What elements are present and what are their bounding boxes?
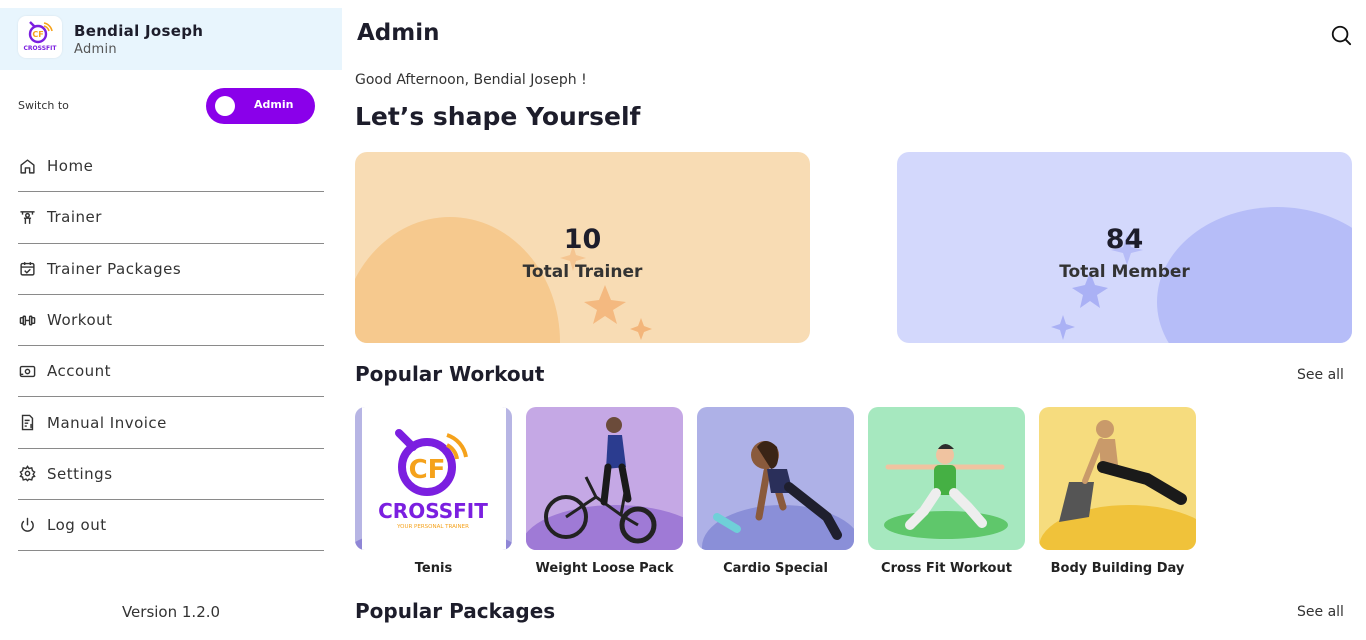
total-member-value: 84: [1105, 224, 1144, 255]
svg-text:CROSSFIT: CROSSFIT: [24, 45, 58, 52]
total-member-card[interactable]: 84 Total Member: [897, 152, 1352, 343]
sidebar-item-manual-invoice[interactable]: Manual Invoice: [18, 397, 324, 449]
popular-packages-see-all-link[interactable]: See all: [1297, 604, 1344, 620]
workout-card[interactable]: Cross Fit Workout: [868, 407, 1025, 576]
role-switch-value: Admin: [254, 98, 294, 111]
app-version: Version 1.2.0: [121, 603, 221, 621]
sidebar-item-label: Account: [47, 362, 112, 381]
crossfit-logo-icon: CF CROSSFIT: [24, 21, 58, 52]
workout-thumbnail: CF CROSSFIT YOUR PERSONAL TRAINER: [355, 407, 512, 550]
cycling-woman-image: [526, 417, 683, 550]
workout-card[interactable]: CF CROSSFIT YOUR PERSONAL TRAINER Tenis: [355, 407, 512, 576]
popular-workout-title: Popular Workout: [355, 362, 545, 386]
total-trainer-label: Total Trainer: [522, 262, 643, 282]
greeting-text: Good Afternoon, Bendial Joseph !: [355, 72, 587, 88]
trainer-icon: [18, 208, 36, 226]
popular-packages-title: Popular Packages: [355, 599, 556, 623]
main-content: Admin Good Afternoon, Bendial Joseph ! L…: [342, 0, 1366, 640]
search-icon: [1331, 25, 1352, 46]
svg-text:CROSSFIT: CROSSFIT: [378, 499, 488, 523]
profile-role: Admin: [74, 42, 117, 57]
app: CF CROSSFIT Bendial Joseph Admin Switch …: [0, 0, 1366, 640]
profile-name: Bendial Joseph: [74, 22, 204, 40]
workout-name: Cardio Special: [723, 561, 828, 576]
sidebar-item-label: Settings: [47, 464, 113, 483]
crossfit-logo-image: CF CROSSFIT YOUR PERSONAL TRAINER: [355, 407, 512, 550]
sidebar-nav: Home Trainer Trainer Packages Workout Ac…: [18, 141, 324, 552]
headline: Let’s shape Yourself: [355, 102, 641, 131]
svg-text:CF: CF: [32, 30, 43, 39]
workout-name: Body Building Day: [1050, 561, 1185, 576]
sidebar-item-label: Log out: [47, 516, 107, 535]
yoga-man-image: [884, 444, 1008, 539]
sidebar-item-log-out[interactable]: Log out: [18, 500, 324, 552]
popular-workout-see-all-link[interactable]: See all: [1297, 367, 1344, 383]
total-trainer-value: 10: [563, 224, 602, 255]
sidebar-item-settings[interactable]: Settings: [18, 449, 324, 501]
home-icon: [18, 157, 36, 175]
popular-workout-list: CF CROSSFIT YOUR PERSONAL TRAINER Tenis: [355, 407, 1215, 577]
total-member-label: Total Member: [1059, 262, 1190, 282]
invoice-icon: [18, 414, 36, 432]
calendar-check-icon: [18, 260, 36, 278]
toggle-knob: [215, 96, 235, 116]
workout-thumbnail: [697, 407, 854, 550]
sidebar-item-label: Trainer Packages: [47, 259, 182, 278]
page-title: Admin: [357, 20, 440, 46]
sidebar-item-account[interactable]: Account: [18, 346, 324, 398]
workout-thumbnail: [526, 407, 683, 550]
sidebar-item-label: Workout: [47, 311, 113, 330]
bodybuilder-image: [1039, 420, 1196, 550]
workout-card[interactable]: Body Building Day: [1039, 407, 1196, 576]
workout-name: Cross Fit Workout: [881, 561, 1012, 576]
role-switch-toggle[interactable]: Admin: [206, 88, 315, 124]
svg-text:YOUR PERSONAL TRAINER: YOUR PERSONAL TRAINER: [396, 524, 469, 530]
svg-text:CF: CF: [409, 455, 446, 485]
sidebar-item-home[interactable]: Home: [18, 141, 324, 193]
sidebar-item-workout[interactable]: Workout: [18, 295, 324, 347]
total-trainer-card[interactable]: 10 Total Trainer: [355, 152, 810, 343]
sidebar-item-label: Home: [47, 157, 94, 176]
workout-name: Weight Loose Pack: [535, 561, 674, 576]
avatar: CF CROSSFIT: [18, 16, 62, 58]
workout-name: Tenis: [414, 561, 453, 576]
switch-label: Switch to: [18, 99, 69, 112]
sidebar-item-trainer-packages[interactable]: Trainer Packages: [18, 244, 324, 295]
power-icon: [18, 516, 36, 534]
workout-card[interactable]: Weight Loose Pack: [526, 407, 683, 576]
search-button[interactable]: [1330, 24, 1352, 46]
gear-icon: [18, 465, 36, 483]
workout-card[interactable]: Cardio Special: [697, 407, 854, 576]
sidebar: CF CROSSFIT Bendial Joseph Admin Switch …: [0, 0, 342, 640]
workout-thumbnail: [1039, 407, 1196, 550]
pushup-woman-image: [702, 441, 854, 550]
workout-thumbnail: [868, 407, 1025, 550]
profile-card[interactable]: CF CROSSFIT Bendial Joseph Admin: [0, 8, 342, 70]
sidebar-item-label: Manual Invoice: [47, 413, 167, 432]
sidebar-item-trainer[interactable]: Trainer: [18, 192, 324, 244]
money-icon: [18, 362, 36, 380]
sidebar-item-label: Trainer: [47, 208, 102, 227]
dumbbell-icon: [18, 311, 36, 329]
